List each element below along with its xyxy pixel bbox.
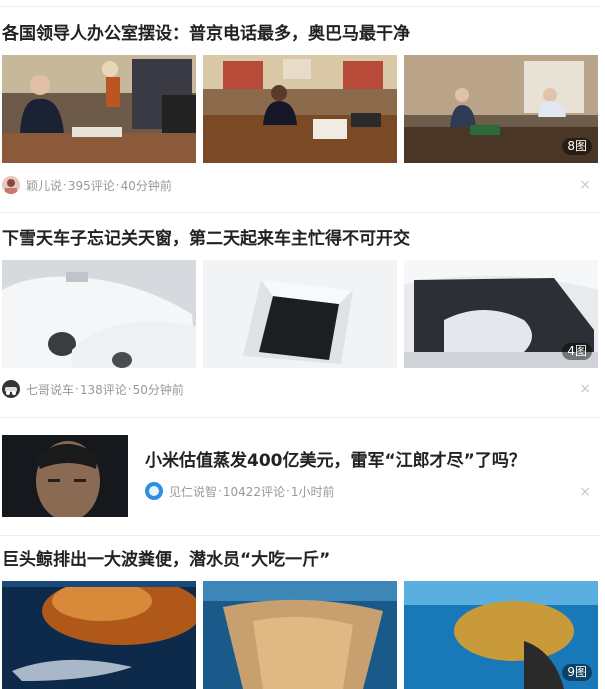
source-name[interactable]: 见仁说智 — [169, 483, 217, 500]
avatar[interactable] — [2, 176, 20, 194]
article-meta: 见仁说智 · 10422评论 · 1小时前 — [145, 481, 335, 501]
publish-time: 40分钟前 — [120, 178, 172, 193]
article-meta: 颖儿说 · 395评论 · 40分钟前 — [2, 175, 172, 195]
comment-count[interactable]: 10422评论 — [223, 483, 285, 500]
thumbnail-image[interactable] — [2, 435, 128, 517]
separator: · — [63, 178, 67, 192]
article-meta: 七哥说车 · 138评论 · 50分钟前 — [2, 379, 184, 399]
separator: · — [127, 382, 132, 396]
separator: · — [218, 484, 222, 498]
publish-time: 50分钟前 — [132, 382, 184, 397]
thumbnail-image[interactable] — [203, 581, 397, 689]
avatar[interactable] — [145, 482, 163, 500]
feed-item[interactable]: 各国领导人办公室摆设：普京电话最多，奥巴马最干净 8图 颖儿说 · 395评论 … — [0, 0, 605, 212]
source-name[interactable]: 七哥说车 — [26, 381, 74, 398]
thumbnail-image[interactable] — [203, 260, 397, 368]
article-title[interactable]: 下雪天车子忘记关天窗，第二天起来车主忙得不可开交 — [2, 228, 410, 250]
comment-count[interactable]: 395评论 — [68, 177, 115, 194]
thumbnail-image[interactable] — [2, 260, 196, 368]
thumbnail-image[interactable]: 9图 — [404, 581, 598, 689]
publish-time: 1小时前 — [290, 484, 335, 499]
thumbnail-row: 4图 — [2, 260, 598, 368]
avatar[interactable] — [2, 380, 20, 398]
thumbnail-image[interactable]: 4图 — [404, 260, 598, 368]
comment-count[interactable]: 138评论 — [80, 381, 127, 398]
thumbnail-image[interactable]: 8图 — [404, 55, 598, 163]
source-name[interactable]: 颖儿说 — [26, 177, 62, 194]
thumbnail-image[interactable] — [2, 55, 196, 163]
thumbnail-row: 9图 — [2, 581, 598, 689]
feed-item[interactable]: 巨头鲸排出一大波粪便，潜水员“大吃一斤” 9图 — [0, 535, 605, 689]
thumbnail-image[interactable] — [203, 55, 397, 163]
separator: · — [115, 178, 120, 192]
image-count-badge: 4图 — [562, 343, 592, 360]
dismiss-icon[interactable]: × — [579, 485, 591, 499]
thumbnail-row: 8图 — [2, 55, 598, 163]
image-count-badge: 8图 — [562, 138, 592, 155]
image-count-badge: 9图 — [562, 664, 592, 681]
separator: · — [75, 382, 79, 396]
feed-item[interactable]: 小米估值蒸发400亿美元，雷军“江郎才尽”了吗？ 见仁说智 · 10422评论 … — [0, 417, 605, 535]
separator: · — [286, 484, 290, 498]
dismiss-icon[interactable]: × — [579, 382, 591, 396]
article-title[interactable]: 小米估值蒸发400亿美元，雷军“江郎才尽”了吗？ — [145, 450, 526, 472]
article-title[interactable]: 巨头鲸排出一大波粪便，潜水员“大吃一斤” — [2, 549, 330, 571]
dismiss-icon[interactable]: × — [579, 178, 591, 192]
feed-item[interactable]: 下雪天车子忘记关天窗，第二天起来车主忙得不可开交 4图 七哥说车 · 138评论… — [0, 212, 605, 417]
thumbnail-image[interactable] — [2, 581, 196, 689]
article-title[interactable]: 各国领导人办公室摆设：普京电话最多，奥巴马最干净 — [2, 23, 410, 45]
